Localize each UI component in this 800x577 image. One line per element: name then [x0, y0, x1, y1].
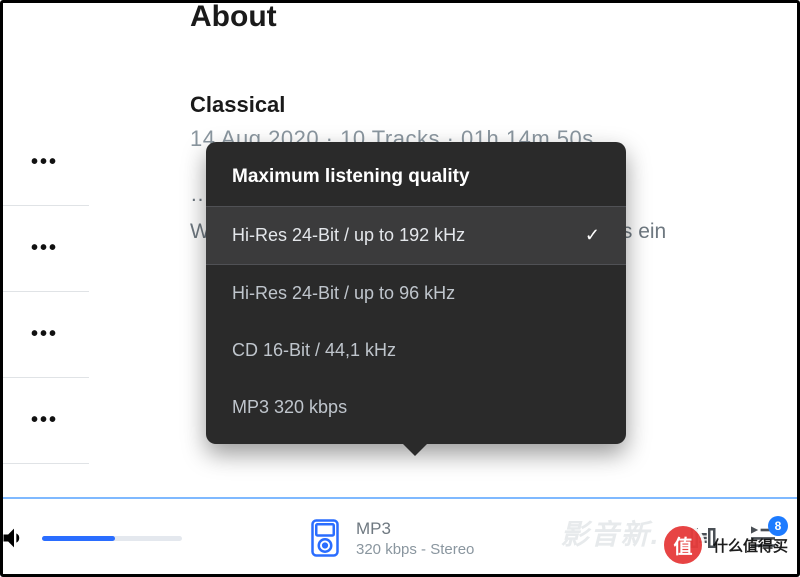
sidebar: ••• ••• ••• ••• [0, 0, 90, 497]
sidebar-item-3[interactable]: ••• [0, 292, 89, 378]
option-label: MP3 320 kbps [232, 397, 347, 418]
format-text: MP3 320 kbps - Stereo [356, 519, 474, 558]
option-label: Hi-Res 24-Bit / up to 96 kHz [232, 283, 455, 304]
volume-slider[interactable] [42, 536, 182, 541]
volume-icon [0, 524, 28, 552]
popover-arrow-icon [402, 443, 428, 456]
genre-label: Classical [190, 92, 690, 118]
option-label: Hi-Res 24-Bit / up to 192 kHz [232, 225, 465, 246]
more-icon: ••• [31, 237, 58, 260]
format-selector[interactable]: MP3 320 kbps - Stereo [310, 518, 474, 558]
quality-popover: Maximum listening quality Hi-Res 24-Bit … [206, 142, 626, 444]
about-heading: About [190, 0, 690, 34]
quality-option-192[interactable]: Hi-Res 24-Bit / up to 192 kHz ✓ [206, 206, 626, 265]
format-codec: MP3 [356, 519, 474, 539]
watermark-logo-icon: 值 [661, 523, 705, 567]
more-icon: ••• [31, 409, 58, 432]
device-icon [310, 518, 340, 558]
option-label: CD 16-Bit / 44,1 kHz [232, 340, 396, 361]
volume-control[interactable] [0, 524, 182, 552]
sidebar-item-1[interactable]: ••• [0, 120, 89, 206]
watermark-text: 什么值得买 [713, 535, 788, 556]
quality-option-96[interactable]: Hi-Res 24-Bit / up to 96 kHz [206, 265, 626, 322]
more-icon: ••• [31, 151, 58, 174]
more-icon: ••• [31, 323, 58, 346]
sidebar-item-4[interactable]: ••• [0, 378, 89, 464]
sidebar-item-2[interactable]: ••• [0, 206, 89, 292]
watermark: 值 什么值得买 [661, 523, 788, 567]
quality-option-mp3[interactable]: MP3 320 kbps [206, 379, 626, 436]
check-icon: ✓ [585, 225, 600, 246]
popover-title: Maximum listening quality [206, 142, 626, 206]
format-detail: 320 kbps - Stereo [356, 541, 474, 558]
quality-option-cd[interactable]: CD 16-Bit / 44,1 kHz [206, 322, 626, 379]
